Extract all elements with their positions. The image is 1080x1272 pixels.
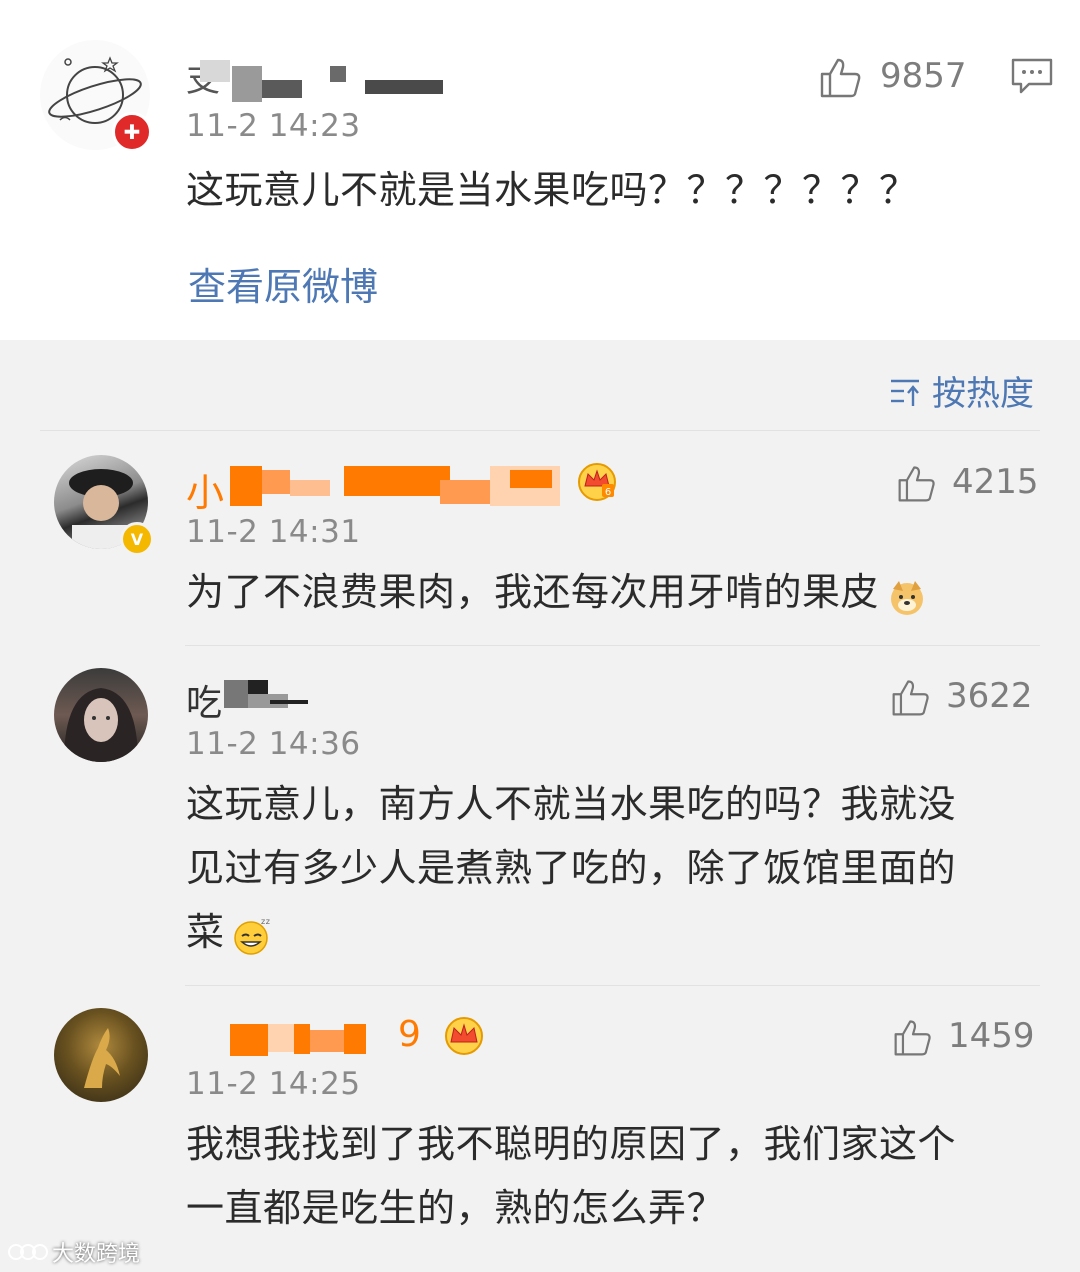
watermark: 大数跨境 <box>8 1236 140 1268</box>
like-count: 3622 <box>946 676 1033 716</box>
comment-avatar[interactable] <box>54 668 148 762</box>
like-count: 1459 <box>948 1016 1035 1056</box>
comment-text-line: 见过有多少人是煮熟了吃的，除了饭馆里面的 <box>186 846 957 890</box>
comment-avatar[interactable] <box>54 1008 148 1102</box>
crown-icon <box>445 1017 483 1055</box>
comment-text-last-line: 菜 zz <box>186 900 956 964</box>
username-mosaic <box>344 1024 366 1054</box>
divider <box>185 985 1040 986</box>
comment-time: 11-2 14:25 <box>186 1066 361 1102</box>
username-mosaic <box>230 1024 268 1056</box>
username-mosaic <box>270 700 308 704</box>
username-mosaic <box>262 470 290 494</box>
comment-text: 为了不浪费果肉，我还每次用牙啃的果皮 <box>186 560 927 624</box>
divider <box>185 645 1040 646</box>
watermark-logo-icon <box>8 1239 48 1265</box>
golden-statue-icon <box>84 1028 120 1088</box>
like-count: 4215 <box>952 462 1039 502</box>
username-mosaic <box>365 80 443 94</box>
username-mosaic <box>268 1024 294 1052</box>
like-button[interactable] <box>890 676 932 718</box>
username-mosaic <box>510 470 552 488</box>
verified-badge: V <box>120 522 154 556</box>
comment-time: 11-2 14:36 <box>186 726 361 762</box>
comment-time: 11-2 14:31 <box>186 514 361 550</box>
post-text: 这玩意儿不就是当水果吃吗？？？？？？？ <box>186 168 918 212</box>
like-button[interactable] <box>896 462 938 504</box>
username-mosaic <box>290 480 330 496</box>
like-button[interactable] <box>892 1016 934 1058</box>
username-mosaic <box>294 1024 310 1054</box>
sort-icon <box>891 379 919 406</box>
sort-button[interactable]: 按热度 <box>888 366 1034 415</box>
comment-text-line: 菜 <box>186 910 225 954</box>
like-count: 9857 <box>880 56 967 96</box>
crown-level-text: 6 <box>605 487 611 498</box>
comment-text-line: 我想我找到了我不聪明的原因了，我们家这个 <box>186 1122 957 1166</box>
comment-text-line: 一直都是吃生的，熟的怎么弄？ <box>186 1186 726 1230</box>
verified-badge: ✚ <box>112 112 152 152</box>
member-crown-badge <box>442 1012 486 1056</box>
username-mosaic <box>344 466 450 496</box>
doge-emoji-icon <box>887 572 927 615</box>
divider <box>40 430 1040 431</box>
comment-text-content: 为了不浪费果肉，我还每次用牙啃的果皮 <box>186 570 880 614</box>
crown-icon: 6 <box>578 463 616 501</box>
star-icon: ✚ <box>123 120 141 144</box>
comment-button[interactable] <box>1010 56 1054 96</box>
v-icon: V <box>130 529 144 549</box>
username-mosaic <box>232 66 262 102</box>
comment-text: 这玩意儿，南方人不就当水果吃的吗？我就没 见过有多少人是煮熟了吃的，除了饭馆里面… <box>186 772 956 964</box>
member-crown-badge: 6 <box>576 460 618 502</box>
view-original-link[interactable]: 查看原微博 <box>188 256 378 311</box>
thumbs-up-icon <box>892 680 929 716</box>
username-mosaic <box>262 80 302 98</box>
comment-username[interactable]: 9 <box>398 1014 421 1055</box>
username-mosaic <box>248 680 268 694</box>
comment-icon <box>1011 58 1053 94</box>
watermark-text: 大数跨境 <box>52 1242 141 1267</box>
thumbs-up-icon <box>898 466 935 502</box>
comment-text: 我想我找到了我不聪明的原因了，我们家这个 一直都是吃生的，熟的怎么弄？ <box>186 1112 956 1240</box>
comment-username[interactable]: 小 <box>186 462 224 517</box>
person-photo-icon <box>64 688 138 762</box>
post-time: 11-2 14:23 <box>186 108 361 144</box>
username-mosaic <box>230 466 262 506</box>
like-button[interactable] <box>818 54 864 100</box>
username-mosaic <box>330 66 346 82</box>
sleepy-grin-emoji-icon: zz <box>231 911 273 955</box>
thumbs-up-icon <box>894 1020 931 1056</box>
thumbs-up-icon <box>820 58 861 98</box>
username-mosaic <box>310 1030 344 1052</box>
comment-username[interactable]: 吃 <box>186 674 222 726</box>
username-mosaic <box>224 680 248 708</box>
username-mosaic <box>440 480 490 504</box>
svg-text:zz: zz <box>261 917 270 926</box>
comment-text-line: 这玩意儿，南方人不就当水果吃的吗？我就没 <box>186 782 957 826</box>
username-mosaic <box>200 60 230 82</box>
sort-label: 按热度 <box>932 374 1034 414</box>
